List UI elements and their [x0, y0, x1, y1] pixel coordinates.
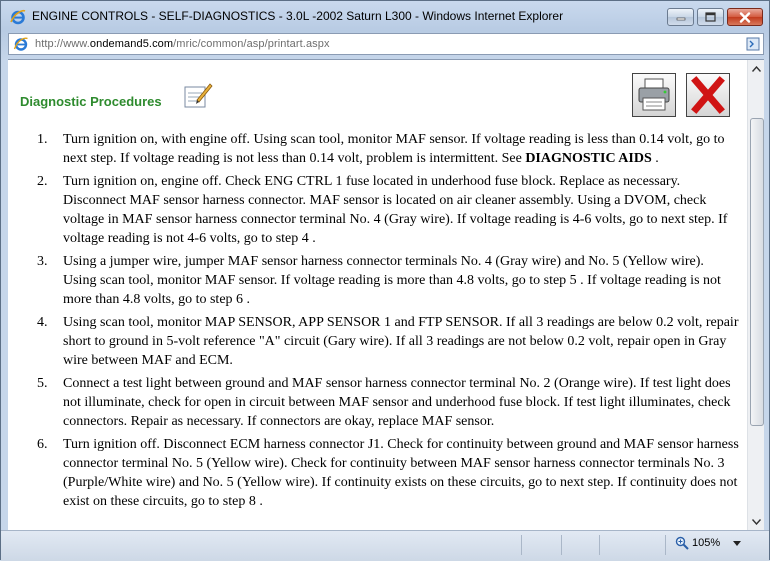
- maximize-button[interactable]: [697, 8, 724, 26]
- close-button[interactable]: [727, 8, 763, 26]
- step-number: 6.: [37, 437, 48, 452]
- step-number: 2.: [37, 174, 48, 189]
- maximize-icon: [705, 12, 716, 22]
- step-number: 4.: [37, 315, 48, 330]
- list-item: 5. Connect a test light between ground a…: [8, 374, 740, 431]
- step-text: Using scan tool, monitor MAP SENSOR, APP…: [63, 315, 739, 368]
- step-text: Using a jumper wire, jumper MAF sensor h…: [63, 254, 721, 307]
- url-prefix: http://www.: [35, 38, 90, 50]
- browser-window: ENGINE CONTROLS - SELF-DIAGNOSTICS - 3.0…: [0, 0, 770, 561]
- status-divider: [561, 535, 562, 555]
- list-item: 2. Turn ignition on, engine off. Check E…: [8, 172, 740, 248]
- window-title: ENGINE CONTROLS - SELF-DIAGNOSTICS - 3.0…: [32, 9, 564, 23]
- zoom-dropdown-icon[interactable]: [733, 541, 741, 546]
- step-text: Connect a test light between ground and …: [63, 376, 731, 429]
- step-text: Turn ignition on, with engine off. Using…: [63, 130, 740, 168]
- status-divider: [665, 535, 666, 555]
- list-item: 1. Turn ignition on, with engine off. Us…: [8, 130, 740, 168]
- minimize-icon: [676, 17, 685, 21]
- list-item: 3. Using a jumper wire, jumper MAF senso…: [8, 252, 740, 309]
- diagnostic-aids-link[interactable]: DIAGNOSTIC AIDS: [525, 151, 651, 166]
- chevron-down-icon: [752, 518, 761, 525]
- page-content: Diagnostic Procedures 1. Turn ignition o…: [8, 59, 764, 530]
- address-bar[interactable]: http://www.ondemand5.com/mric/common/asp…: [8, 33, 764, 55]
- step-number: 3.: [37, 254, 48, 269]
- list-item: 4. Using scan tool, monitor MAP SENSOR, …: [8, 313, 740, 370]
- zoom-level: 105%: [692, 537, 721, 549]
- print-button[interactable]: [632, 73, 676, 117]
- chevron-up-icon: [752, 65, 761, 72]
- internet-explorer-icon: [10, 9, 26, 25]
- step-number: 1.: [37, 132, 48, 147]
- vertical-scrollbar[interactable]: [747, 60, 764, 530]
- list-item: 6. Turn ignition off. Disconnect ECM har…: [8, 435, 740, 511]
- step-number: 5.: [37, 376, 48, 391]
- close-page-button[interactable]: [686, 73, 730, 117]
- status-bar: 105%: [1, 530, 769, 561]
- scroll-down-button[interactable]: [748, 513, 764, 530]
- notepad-pencil-icon: [184, 83, 213, 108]
- diagnostic-steps-list: 1. Turn ignition on, with engine off. Us…: [8, 130, 740, 515]
- red-x-close-icon: [691, 76, 725, 114]
- step-text: Turn ignition on, engine off. Check ENG …: [63, 174, 728, 246]
- status-divider: [521, 535, 522, 555]
- address-url[interactable]: http://www.ondemand5.com/mric/common/asp…: [35, 38, 330, 50]
- url-domain: ondemand5.com: [89, 38, 174, 50]
- title-bar[interactable]: ENGINE CONTROLS - SELF-DIAGNOSTICS - 3.0…: [1, 1, 769, 31]
- step-text: Turn ignition off. Disconnect ECM harnes…: [63, 437, 739, 509]
- url-path: /mric/common/asp/printart.aspx: [173, 38, 330, 50]
- magnifier-icon: [675, 536, 689, 550]
- printer-icon: [638, 78, 670, 111]
- close-icon: [739, 11, 751, 23]
- scrollbar-thumb[interactable]: [750, 118, 764, 426]
- page-favicon-icon: [13, 37, 28, 51]
- step-tail: .: [651, 151, 659, 166]
- page-heading: Diagnostic Procedures: [20, 94, 162, 109]
- minimize-button[interactable]: [667, 8, 694, 26]
- page-compat-icon[interactable]: [746, 37, 760, 51]
- zoom-control[interactable]: 105%: [675, 536, 720, 550]
- scroll-up-button[interactable]: [748, 60, 764, 77]
- status-divider: [599, 535, 600, 555]
